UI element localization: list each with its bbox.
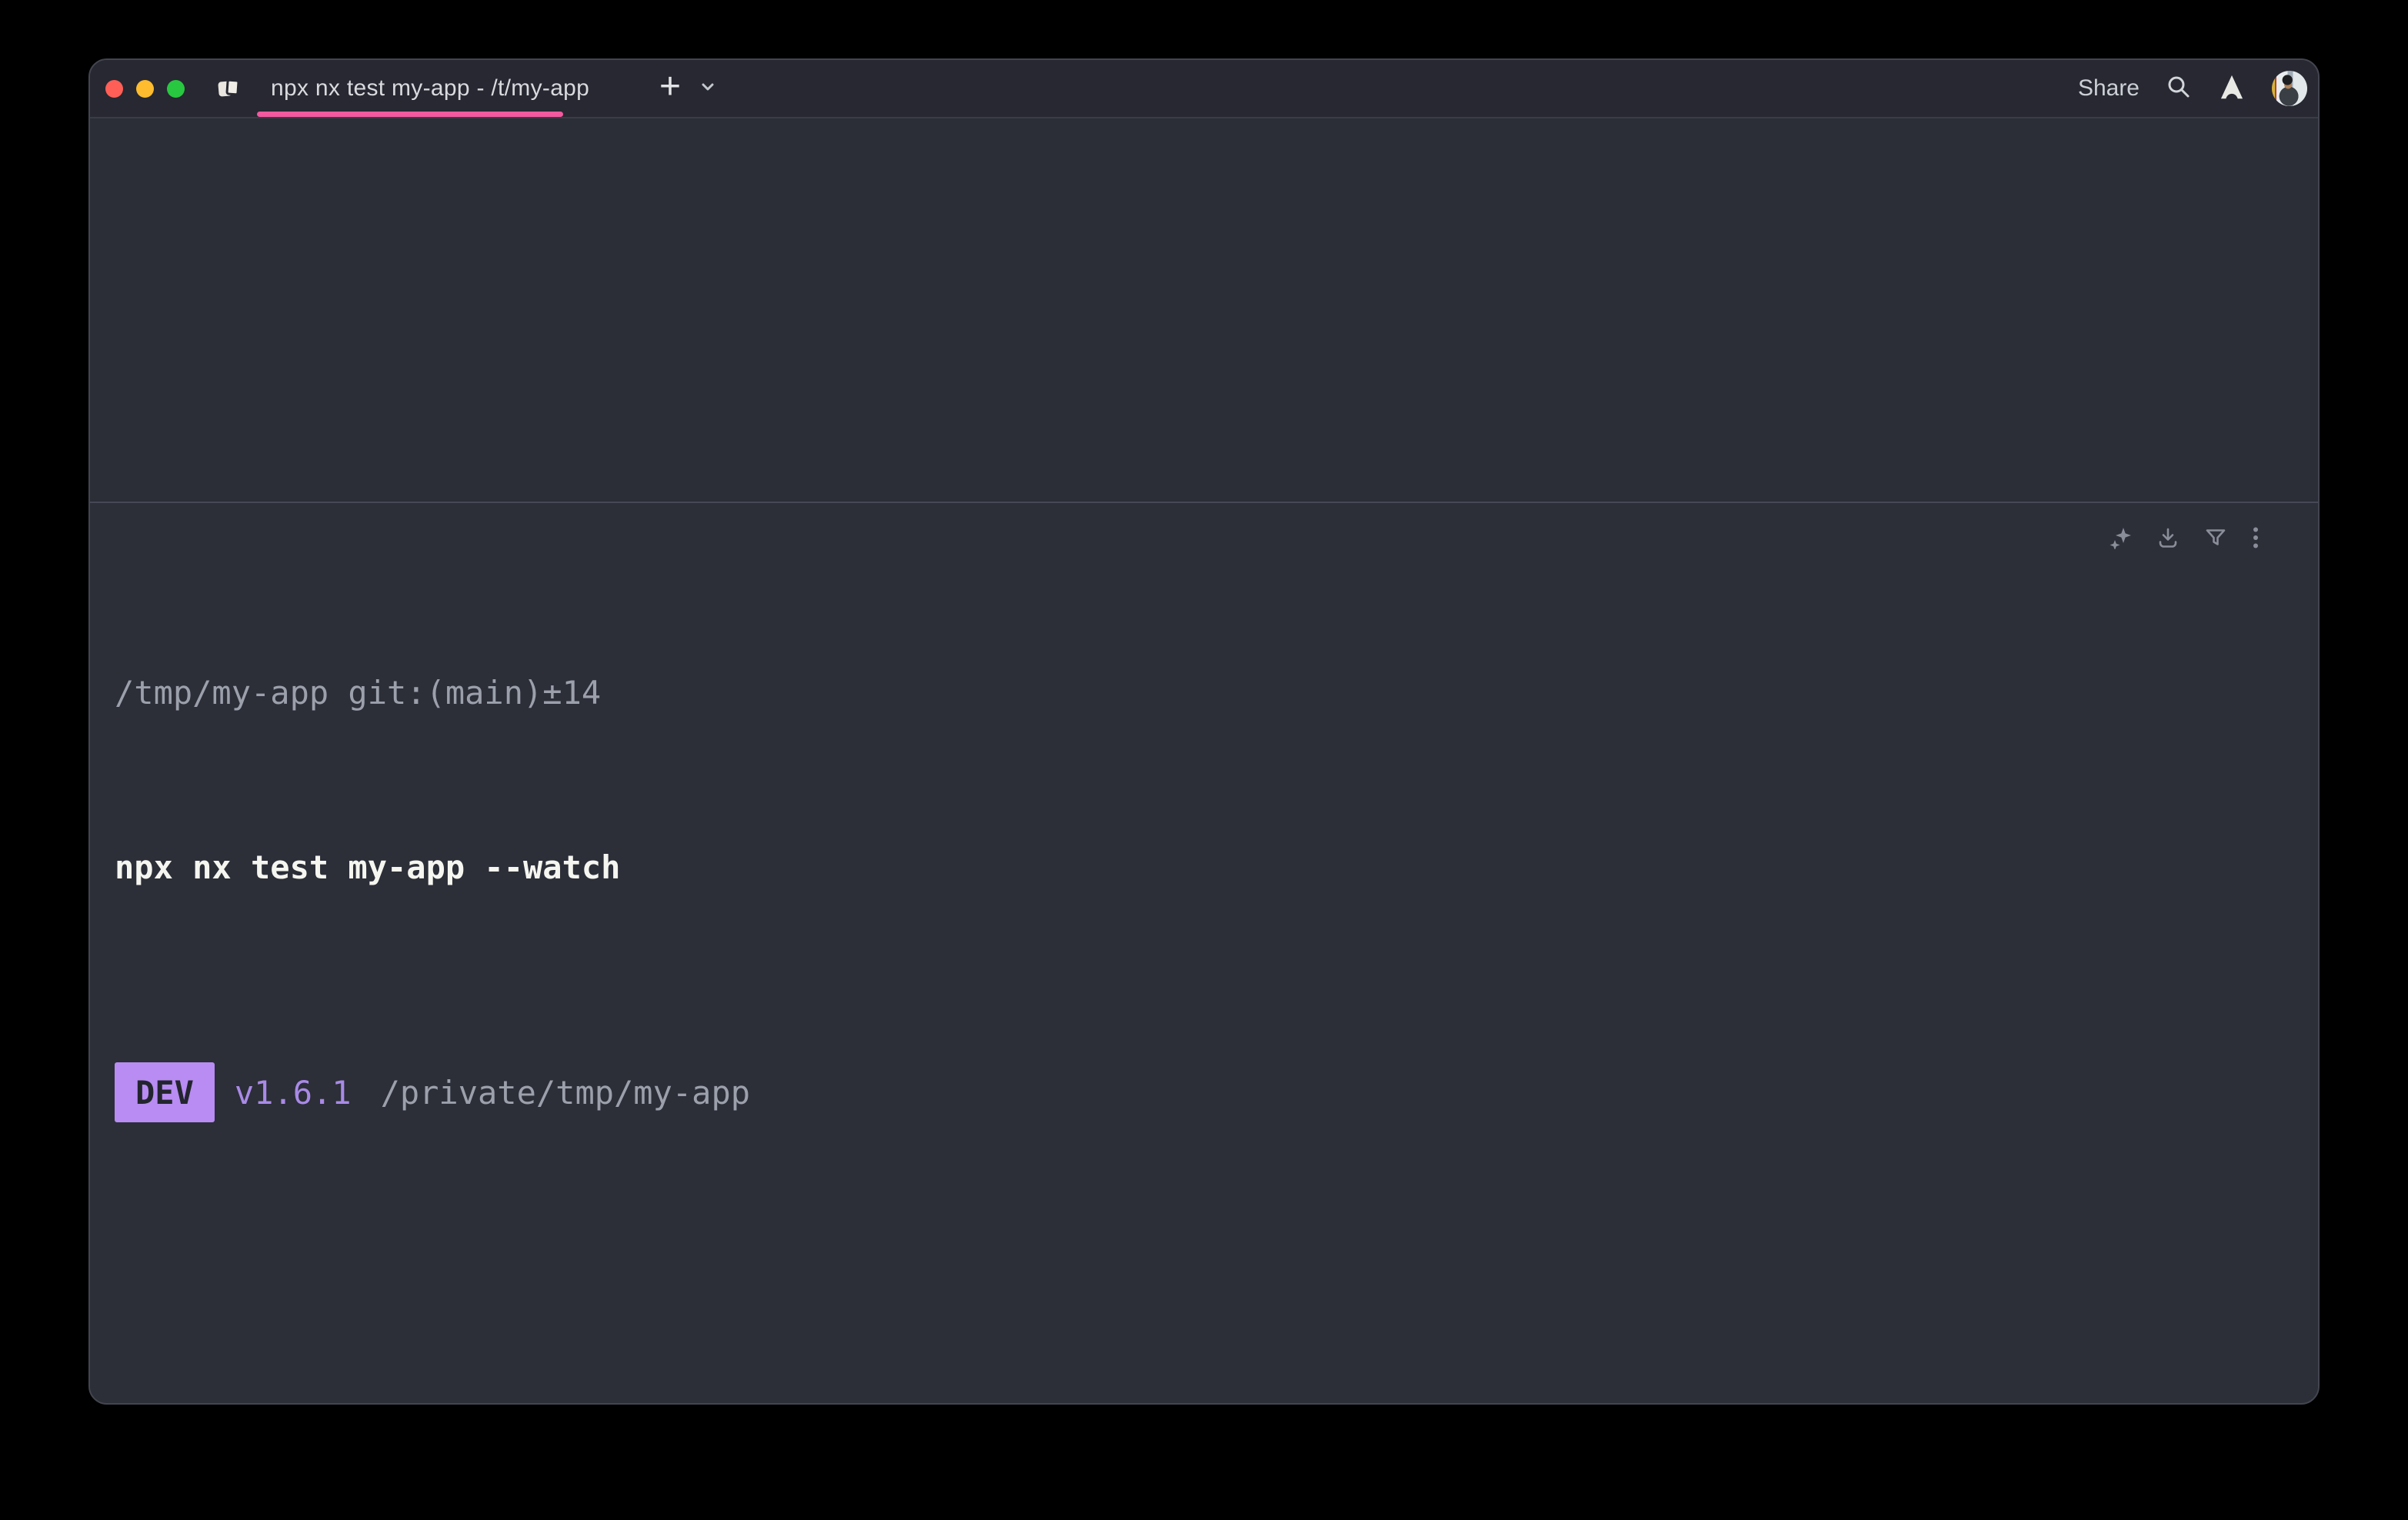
download-icon[interactable] — [2156, 526, 2180, 549]
test-file-row: ✓src/app/app.component.spec.ts (3) — [115, 1371, 2287, 1405]
dev-badge: DEV — [115, 1062, 215, 1122]
maximize-button[interactable] — [167, 80, 185, 98]
ai-sparkle-icon[interactable] — [2109, 526, 2132, 549]
share-button[interactable]: Share — [2078, 75, 2140, 102]
vitest-version: v1.6.1 — [235, 1072, 352, 1114]
block-toolbar — [2109, 526, 2275, 549]
search-icon[interactable] — [2166, 74, 2192, 104]
tab-active[interactable]: npx nx test my-app - /t/my-app — [218, 60, 589, 117]
command-text: npx nx test my-app --watch — [115, 846, 2287, 888]
avatar[interactable] — [2272, 71, 2307, 106]
filter-icon[interactable] — [2204, 526, 2227, 549]
vitest-dev-line: DEV v1.6.1 /private/tmp/my-app — [115, 1062, 2287, 1123]
warp-logo-icon[interactable] — [2218, 73, 2246, 105]
close-button[interactable] — [105, 80, 123, 98]
minimize-button[interactable] — [136, 80, 154, 98]
new-tab-button[interactable]: + — [659, 68, 681, 105]
test-tree: ✓src/app/app.component.spec.ts (3) ✓AppC… — [115, 1286, 2287, 1405]
command-block[interactable]: /tmp/my-app git:(main)±14 npx nx test my… — [90, 503, 2318, 1403]
terminal-output: /tmp/my-app git:(main)±14 npx nx test my… — [90, 503, 2318, 1405]
pages-icon — [218, 79, 243, 98]
kebab-menu-icon[interactable] — [2252, 526, 2275, 549]
tab-title: npx nx test my-app - /t/my-app — [271, 75, 589, 102]
previous-block[interactable] — [90, 118, 2318, 503]
working-directory: /private/tmp/my-app — [381, 1072, 750, 1114]
titlebar: npx nx test my-app - /t/my-app + Share — [90, 60, 2318, 118]
tab-actions: + — [659, 60, 718, 117]
chevron-down-icon[interactable] — [698, 77, 718, 101]
window-controls — [90, 80, 185, 98]
active-tab-indicator — [257, 112, 563, 117]
titlebar-right: Share — [2078, 60, 2307, 117]
prompt-line: /tmp/my-app git:(main)±14 — [115, 672, 2287, 714]
terminal-window: npx nx test my-app - /t/my-app + Share — [88, 58, 2320, 1405]
